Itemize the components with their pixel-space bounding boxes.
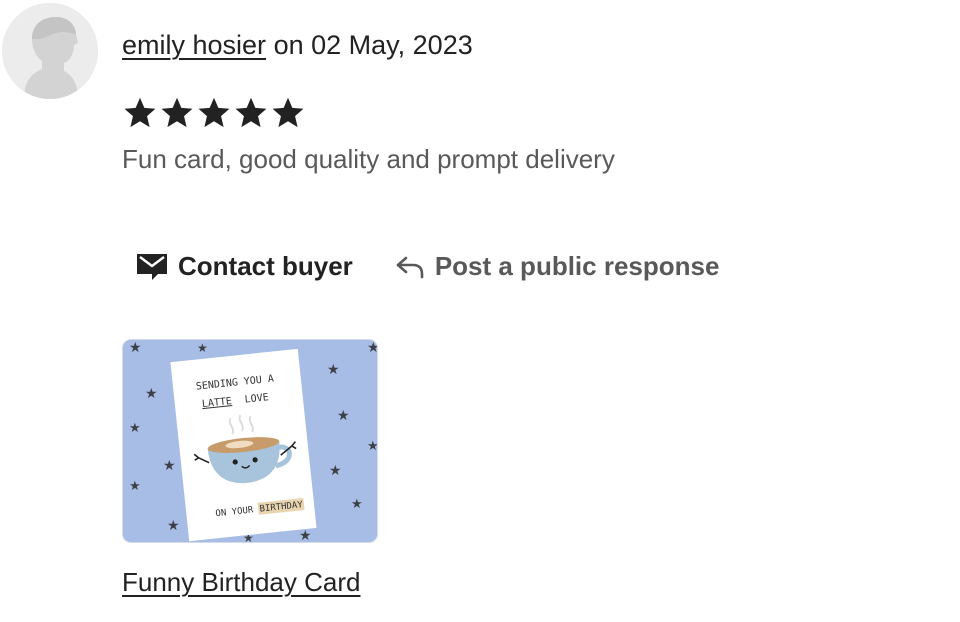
svg-text:★: ★	[367, 439, 378, 454]
svg-text:★: ★	[129, 479, 141, 494]
date-prefix: on	[273, 30, 304, 60]
svg-text:★: ★	[351, 497, 363, 512]
review-date: 02 May, 2023	[311, 30, 473, 60]
svg-text:★: ★	[129, 340, 142, 356]
review-card: emily hosier on 02 May, 2023 Fun card, g…	[0, 0, 960, 622]
reviewer-name-link[interactable]: emily hosier	[122, 30, 266, 60]
svg-text:★: ★	[145, 386, 158, 402]
post-public-response-button[interactable]: Post a public response	[381, 246, 734, 286]
svg-text:★: ★	[129, 421, 141, 436]
svg-text:★: ★	[299, 528, 312, 543]
post-public-response-label: Post a public response	[434, 250, 720, 281]
filled-star-icon	[159, 95, 195, 131]
filled-star-icon	[270, 95, 306, 131]
svg-text:★: ★	[367, 340, 378, 356]
svg-text:★: ★	[163, 458, 176, 474]
envelope-icon	[136, 252, 168, 280]
review-byline: emily hosier on 02 May, 2023	[122, 28, 473, 62]
review-text: Fun card, good quality and prompt delive…	[122, 144, 615, 174]
review-actions: Contact buyer Post a public response	[122, 246, 733, 286]
svg-text:★: ★	[329, 463, 342, 479]
filled-star-icon	[196, 95, 232, 131]
filled-star-icon	[233, 95, 269, 131]
svg-text:★: ★	[167, 518, 180, 534]
svg-text:★: ★	[337, 408, 350, 424]
contact-buyer-label: Contact buyer	[178, 250, 353, 281]
star-rating	[122, 95, 306, 131]
birthday-card-image: ★ ★ ★ ★ ★ ★ ★ ★ ★ ★ ★ ★ ★ ★ ★ SENDING YO…	[123, 340, 378, 543]
svg-text:★: ★	[197, 341, 208, 355]
reviewer-avatar[interactable]	[2, 3, 98, 99]
contact-buyer-button[interactable]: Contact buyer	[122, 246, 367, 286]
svg-text:★: ★	[327, 362, 340, 378]
default-avatar-icon	[2, 3, 98, 99]
product-name-link[interactable]: Funny Birthday Card	[122, 565, 360, 599]
product-thumbnail[interactable]: ★ ★ ★ ★ ★ ★ ★ ★ ★ ★ ★ ★ ★ ★ ★ SENDING YO…	[122, 339, 378, 543]
reply-arrow-icon	[395, 253, 425, 279]
filled-star-icon	[122, 95, 158, 131]
